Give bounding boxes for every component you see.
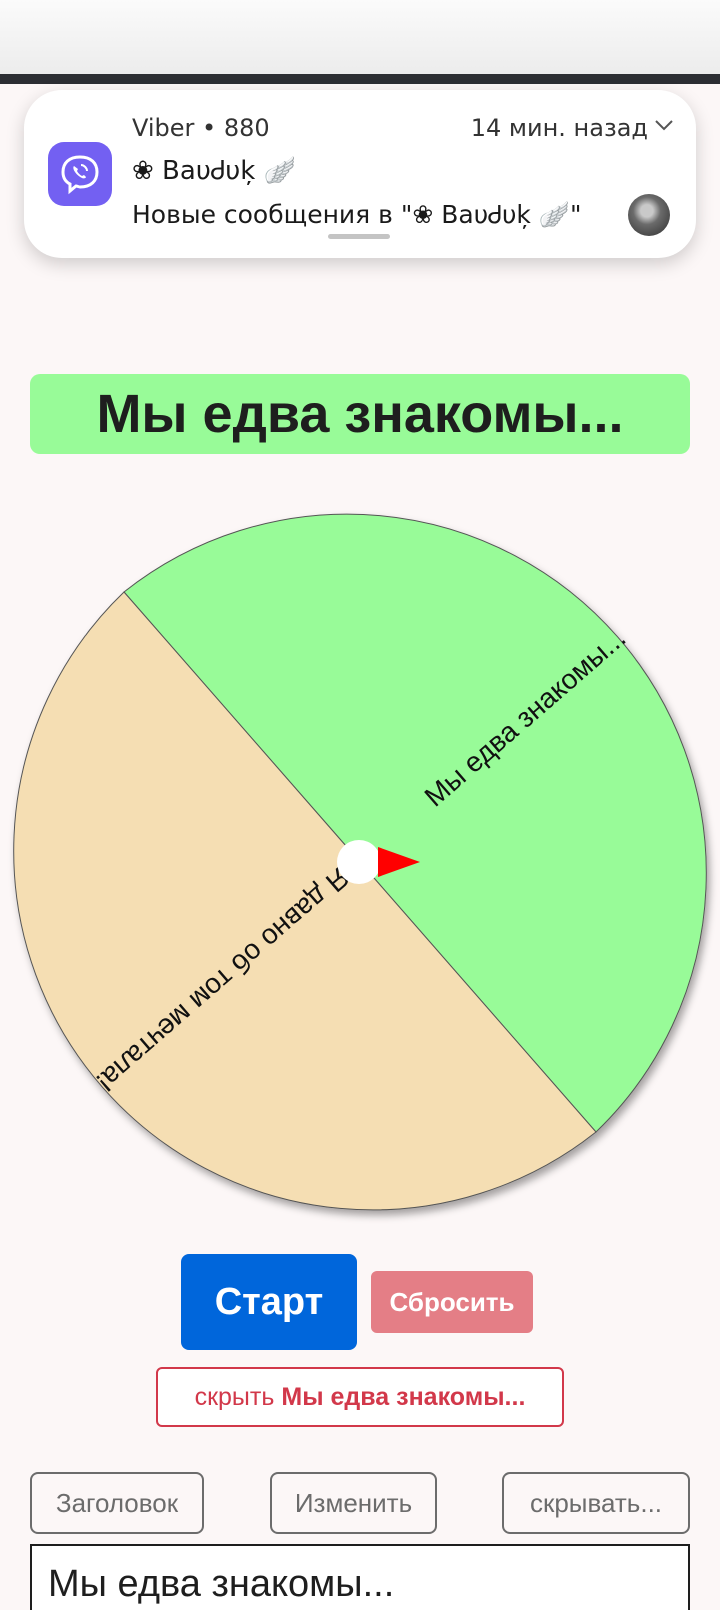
result-banner: Мы едва знакомы... — [30, 374, 690, 454]
reset-button[interactable]: Сбросить — [371, 1271, 533, 1333]
options-textarea[interactable]: Мы едва знакомы... Я давно об том мечтал… — [30, 1544, 690, 1610]
chevron-down-icon[interactable] — [654, 118, 674, 137]
title-button[interactable]: Заголовок — [30, 1472, 204, 1534]
status-bar-area — [0, 0, 720, 74]
start-button[interactable]: Старт — [181, 1254, 357, 1350]
hide-result-target: Мы едва знакомы... — [281, 1382, 526, 1411]
notification-app-name: Viber • 880 — [132, 114, 270, 142]
hide-button[interactable]: скрывать... — [502, 1472, 690, 1534]
viber-icon — [48, 142, 112, 206]
edit-button[interactable]: Изменить — [270, 1472, 437, 1534]
hide-result-button[interactable]: скрыть Мы едва знакомы... — [156, 1367, 564, 1427]
viber-notification[interactable]: Viber • 880 14 мин. назад ❀ ВаυᏧυķ 🪽 Нов… — [24, 90, 696, 258]
spin-wheel[interactable]: Мы едва знакомы... Я давно об том мечтал… — [0, 500, 720, 1230]
notification-message: Новые сообщения в "❀ ВаυᏧυķ 🪽" — [132, 200, 582, 229]
wheel-center-hub[interactable] — [337, 840, 381, 884]
notification-sender: ❀ ВаυᏧυķ 🪽 — [132, 156, 296, 186]
notification-drag-handle[interactable] — [328, 234, 390, 239]
browser-toolbar-edge — [0, 74, 720, 84]
avatar — [628, 194, 670, 236]
hide-result-prefix: скрыть — [194, 1382, 275, 1411]
notification-time: 14 мин. назад — [470, 114, 648, 142]
